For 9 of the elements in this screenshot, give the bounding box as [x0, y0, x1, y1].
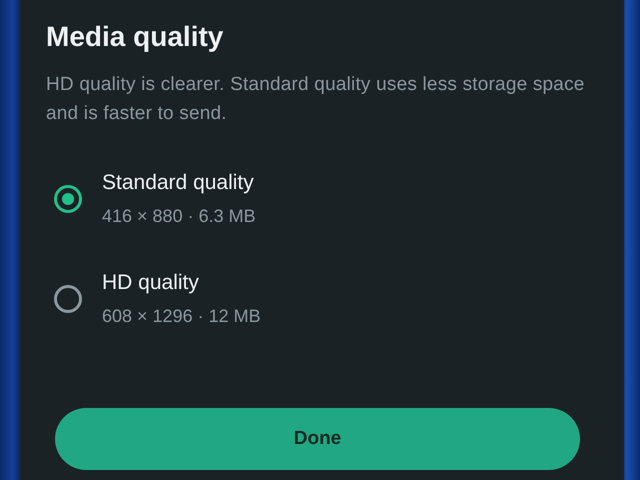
option-detail: 416 × 880 · 6.3 MB [102, 205, 256, 228]
option-label: Standard quality [102, 170, 255, 196]
option-detail: 608 × 1296 · 12 MB [102, 305, 261, 328]
dialog-title: Media quality [46, 20, 224, 54]
radio-button[interactable] [54, 185, 82, 213]
dialog-description: HD quality is clearer. Standard quality uses less storage space and is faster to send. [46, 73, 586, 126]
option-label: HD quality [102, 270, 200, 296]
radio-button[interactable] [54, 285, 82, 313]
done-button[interactable]: Done [55, 408, 580, 470]
